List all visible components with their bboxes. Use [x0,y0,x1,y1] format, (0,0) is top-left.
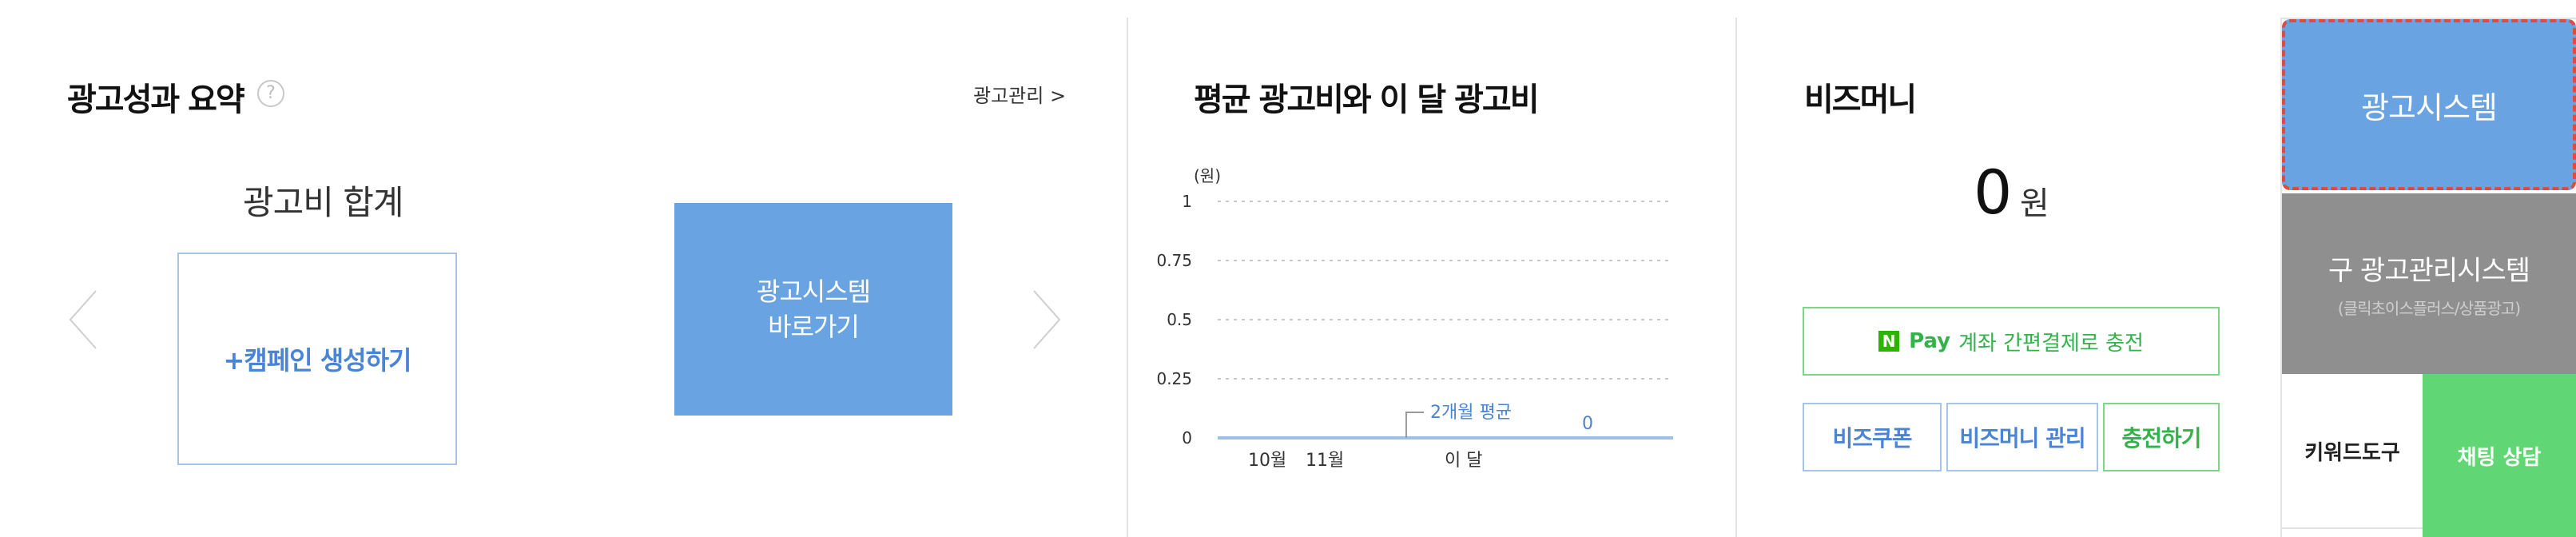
summary-title: 광고성과 요약 [67,82,245,118]
ad-summary-panel: 광고성과 요약 ? 광고관리 > 광고비 합계 +캠페인 생성하기 광고시스템 … [0,0,1127,537]
x-tick-label: 11월 [1306,451,1345,471]
charge-button[interactable]: 충전하기 [2103,403,2220,471]
total-cost-label: 광고비 합계 [243,183,404,222]
ad-system-button[interactable]: 광고시스템 [2282,19,2576,190]
keyword-tool-button[interactable]: 키워드도구 [2282,374,2423,527]
ad-manage-link[interactable]: 광고관리 > [973,80,1066,108]
npay-charge-label: 계좌 간편결제로 충전 [1958,331,2144,356]
ad-system-shortcut-line2: 바로가기 [768,312,860,342]
annotation-bracket [1405,412,1424,438]
npay-logo-icon: N [1878,331,1900,352]
x-tick-label: 10월 [1248,451,1287,471]
next-arrow-icon[interactable] [1031,288,1063,352]
bizmoney-amount: 0 [1974,157,2013,228]
prev-arrow-icon[interactable] [67,288,99,352]
chart-plot-area [1218,201,1673,440]
bizmoney-title: 비즈머니 [1804,82,1917,118]
old-ad-management-sublabel: (클릭초이스플러스/상품광고) [2337,299,2521,318]
npay-charge-button[interactable]: N Pay 계좌 간편결제로 충전 [1803,307,2220,376]
avg-cost-panel: 평균 광고비와 이 달 광고비 (원) 1 0.75 0.5 0.25 0 2개… [1128,0,1735,537]
pay-word: Pay [1909,329,1951,353]
old-ad-management-button[interactable]: 구 광고관리시스템 (클릭초이스플러스/상품광고) [2282,193,2576,374]
bizmoney-manage-button[interactable]: 비즈머니 관리 [1946,403,2098,471]
biz-coupon-button[interactable]: 비즈쿠폰 [1803,403,1942,471]
this-month-value-label: 0 [1582,414,1593,434]
ad-system-shortcut-button[interactable]: 광고시스템 바로가기 [674,203,952,416]
create-campaign-label: +캠페인 생성하기 [223,345,411,376]
chat-consult-button[interactable]: 채팅 상담 [2423,374,2576,537]
ad-system-shortcut-line1: 광고시스템 [756,276,871,307]
old-ad-management-label: 구 광고관리시스템 [2328,255,2530,287]
avg-cost-chart: 1 0.75 0.5 0.25 0 2개월 평균 0 10월 11월 이 달 [1128,0,1735,537]
create-campaign-button[interactable]: +캠페인 생성하기 [177,253,457,465]
two-month-average-label: 2개월 평균 [1430,403,1512,423]
x-tick-label: 이 달 [1445,451,1483,471]
bizmoney-panel: 비즈머니 0 원 N Pay 계좌 간편결제로 충전 비즈쿠폰 비즈머니 관리 … [1737,0,2280,537]
question-circle-icon[interactable]: ? [257,80,284,107]
bizmoney-unit: 원 [2020,185,2049,222]
